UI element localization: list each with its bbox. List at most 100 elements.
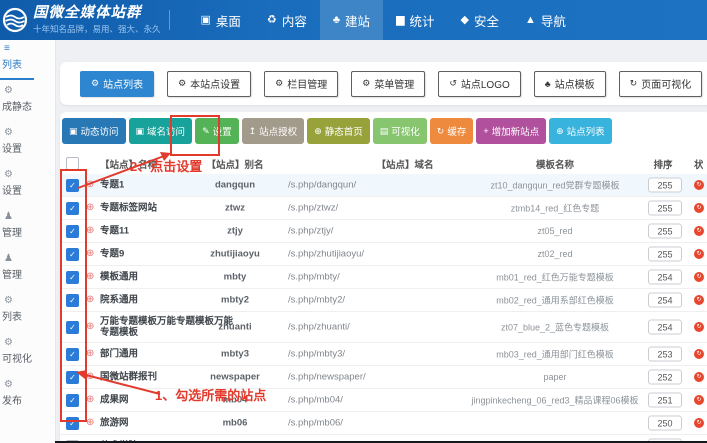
sidebar-item-icon: ⚙ <box>4 380 55 390</box>
status-refresh-icon[interactable]: ↻ <box>694 226 704 236</box>
sort-order-input[interactable] <box>648 293 682 308</box>
tab-label: 本站点设置 <box>190 76 240 91</box>
toolbar-button-label: 增加新站点 <box>492 124 540 138</box>
sort-order-input[interactable] <box>648 370 682 385</box>
sidebar-item[interactable]: ⚙ 设置 <box>0 166 55 208</box>
nav-item[interactable]: ▆ 统计 <box>383 0 447 40</box>
tab-button[interactable]: ⚙ 栏目管理 <box>264 71 338 97</box>
template-name: mb01_red_红色万能专题模板 <box>455 271 655 284</box>
toolbar-button[interactable]: + 增加新站点 <box>476 118 546 144</box>
check-icon: ✓ <box>67 295 78 306</box>
nav-item[interactable]: ▲ 导航 <box>512 0 579 40</box>
row-checkbox[interactable]: ✓ <box>66 348 79 361</box>
status-refresh-icon[interactable]: ↻ <box>694 395 704 405</box>
sidebar-item[interactable]: ♟ 管理 <box>0 250 55 292</box>
sidebar-item[interactable]: ♟ 管理 <box>0 208 55 250</box>
table-row: ✓ ⊕ 专题9 zhutijiaoyu /s.php/zhutijiaoyu/ … <box>60 243 707 266</box>
sort-order-input[interactable] <box>648 178 682 193</box>
site-alias: mb06 <box>192 418 278 429</box>
sort-order-input[interactable] <box>648 247 682 262</box>
status-refresh-icon[interactable]: ↻ <box>694 322 704 332</box>
tab-button[interactable]: ⚙ 站点列表 <box>80 71 154 97</box>
row-checkbox[interactable]: ✓ <box>66 248 79 261</box>
toolbar-button-icon: ▤ <box>380 126 389 137</box>
status-refresh-icon[interactable]: ↻ <box>694 295 704 305</box>
sidebar-item[interactable]: ⚙ 列表 <box>0 292 55 334</box>
nav-item[interactable]: ◆ 安全 <box>448 0 512 40</box>
row-checkbox[interactable]: ✓ <box>66 294 79 307</box>
row-checkbox[interactable]: ✓ <box>66 321 79 334</box>
sort-order-input[interactable] <box>648 224 682 239</box>
site-alias: mbty <box>192 272 278 283</box>
site-alias: zhutijiaoyu <box>192 249 278 260</box>
tab-label: 菜单管理 <box>374 76 414 91</box>
row-checkbox[interactable]: ✓ <box>66 179 79 192</box>
sidebar-item[interactable]: ⚙ 可视化 <box>0 334 55 376</box>
sort-order-input[interactable] <box>648 201 682 216</box>
table-row: ✓ ⊕ 模板通用 mbty /s.php/mbty/ mb01_red_红色万能… <box>60 266 707 289</box>
sidebar-item-icon: ⚙ <box>4 170 55 180</box>
site-alias: mbty3 <box>192 349 278 360</box>
sort-order-input[interactable] <box>648 393 682 408</box>
status-refresh-icon[interactable]: ↻ <box>694 249 704 259</box>
table-row: ✓ ⊕ 旅游网 mb06 /s.php/mb06/ ↻ <box>60 412 707 435</box>
gear-icon: ⚙ <box>178 78 186 89</box>
status-refresh-icon[interactable]: ↻ <box>694 203 704 213</box>
sidebar-item-icon: ⚙ <box>4 338 55 348</box>
check-icon: ✓ <box>67 249 78 260</box>
row-checkbox[interactable]: ✓ <box>66 271 79 284</box>
sidebar-item[interactable]: ⚙ 发布 <box>0 376 55 418</box>
toolbar-button-label: 动态访问 <box>81 124 119 138</box>
sidebar-item[interactable]: ⚙ 设置 <box>0 124 55 166</box>
status-refresh-icon[interactable]: ↻ <box>694 272 704 282</box>
template-name: mb02_red_通用系部红色模板 <box>455 294 655 307</box>
status-refresh-icon[interactable]: ↻ <box>694 180 704 190</box>
toolbar-button[interactable]: ▣ 动态访问 <box>62 118 126 144</box>
status-refresh-icon[interactable]: ↻ <box>694 349 704 359</box>
sort-order-input[interactable] <box>648 416 682 431</box>
site-globe-icon: ⊕ <box>86 202 94 213</box>
sidebar-item-label: 设置 <box>2 182 55 197</box>
site-globe-icon: ⊕ <box>86 179 94 190</box>
site-domain: /s.php/newspaper/ <box>288 372 366 383</box>
sidebar-item-label: 成静态 <box>2 98 55 113</box>
status-refresh-icon[interactable]: ↻ <box>694 372 704 382</box>
toolbar-button-icon: ↻ <box>437 126 445 137</box>
tab-button[interactable]: ♣ 站点模板 <box>534 71 606 97</box>
tab-button[interactable]: ⚙ 菜单管理 <box>351 71 425 97</box>
select-all-checkbox[interactable] <box>66 157 79 170</box>
header-site-domain: 【站点】域名 <box>360 157 450 171</box>
sidebar-item[interactable]: ⚙ 成静态 <box>0 82 55 124</box>
row-checkbox[interactable]: ✓ <box>66 202 79 215</box>
row-checkbox[interactable]: ✓ <box>66 394 79 407</box>
tab-button[interactable]: ↺ 站点LOGO <box>438 71 520 97</box>
sidebar-item[interactable]: ≡ 列表 <box>0 40 55 82</box>
toolbar-button[interactable]: ⊕ 站点列表 <box>549 118 612 144</box>
tab-button[interactable]: ⚙ 本站点设置 <box>167 71 251 97</box>
sort-order-input[interactable] <box>648 320 682 335</box>
toolbar-button[interactable]: ▤ 可视化 <box>373 118 427 144</box>
row-checkbox[interactable]: ✓ <box>66 371 79 384</box>
row-checkbox[interactable]: ✓ <box>66 225 79 238</box>
check-icon: ✓ <box>67 349 78 360</box>
status-refresh-icon[interactable]: ↻ <box>694 418 704 428</box>
sort-order-input[interactable] <box>648 270 682 285</box>
row-checkbox[interactable]: ✓ <box>66 417 79 430</box>
nav-item[interactable]: ▣ 桌面 <box>188 0 254 40</box>
left-sidebar: ≡ 列表 ⚙ 成静态 ⚙ 设置 ⚙ 设置 ♟ 管理 ♟ 管理 ⚙ 列表 ⚙ 可视… <box>0 40 56 443</box>
check-icon: ✓ <box>67 372 78 383</box>
toolbar-button[interactable]: ↥ 站点授权 <box>242 118 305 144</box>
toolbar-button[interactable]: ↻ 缓存 <box>430 118 474 144</box>
toolbar-button[interactable]: ▣ 域名访问 <box>129 118 193 144</box>
sidebar-item-label: 可视化 <box>2 350 55 365</box>
toolbar-button[interactable]: ✎ 设置 <box>195 118 239 144</box>
sort-order-input[interactable] <box>648 347 682 362</box>
toolbar-button-label: 站点列表 <box>567 124 605 138</box>
table-row: ✓ ⊕ 部门通用 mbty3 /s.php/mbty3/ mb03_red_通用… <box>60 343 707 366</box>
tab-button[interactable]: ↻ 页面可视化 <box>619 71 703 97</box>
nav-item[interactable]: ♣ 建站 <box>320 0 383 40</box>
site-alias: ztwz <box>192 203 278 214</box>
toolbar-button[interactable]: ⊕ 静态首页 <box>307 118 370 144</box>
nav-item[interactable]: ♻ 内容 <box>254 0 320 40</box>
template-name: zt07_blue_2_蓝色专题模板 <box>455 321 655 334</box>
